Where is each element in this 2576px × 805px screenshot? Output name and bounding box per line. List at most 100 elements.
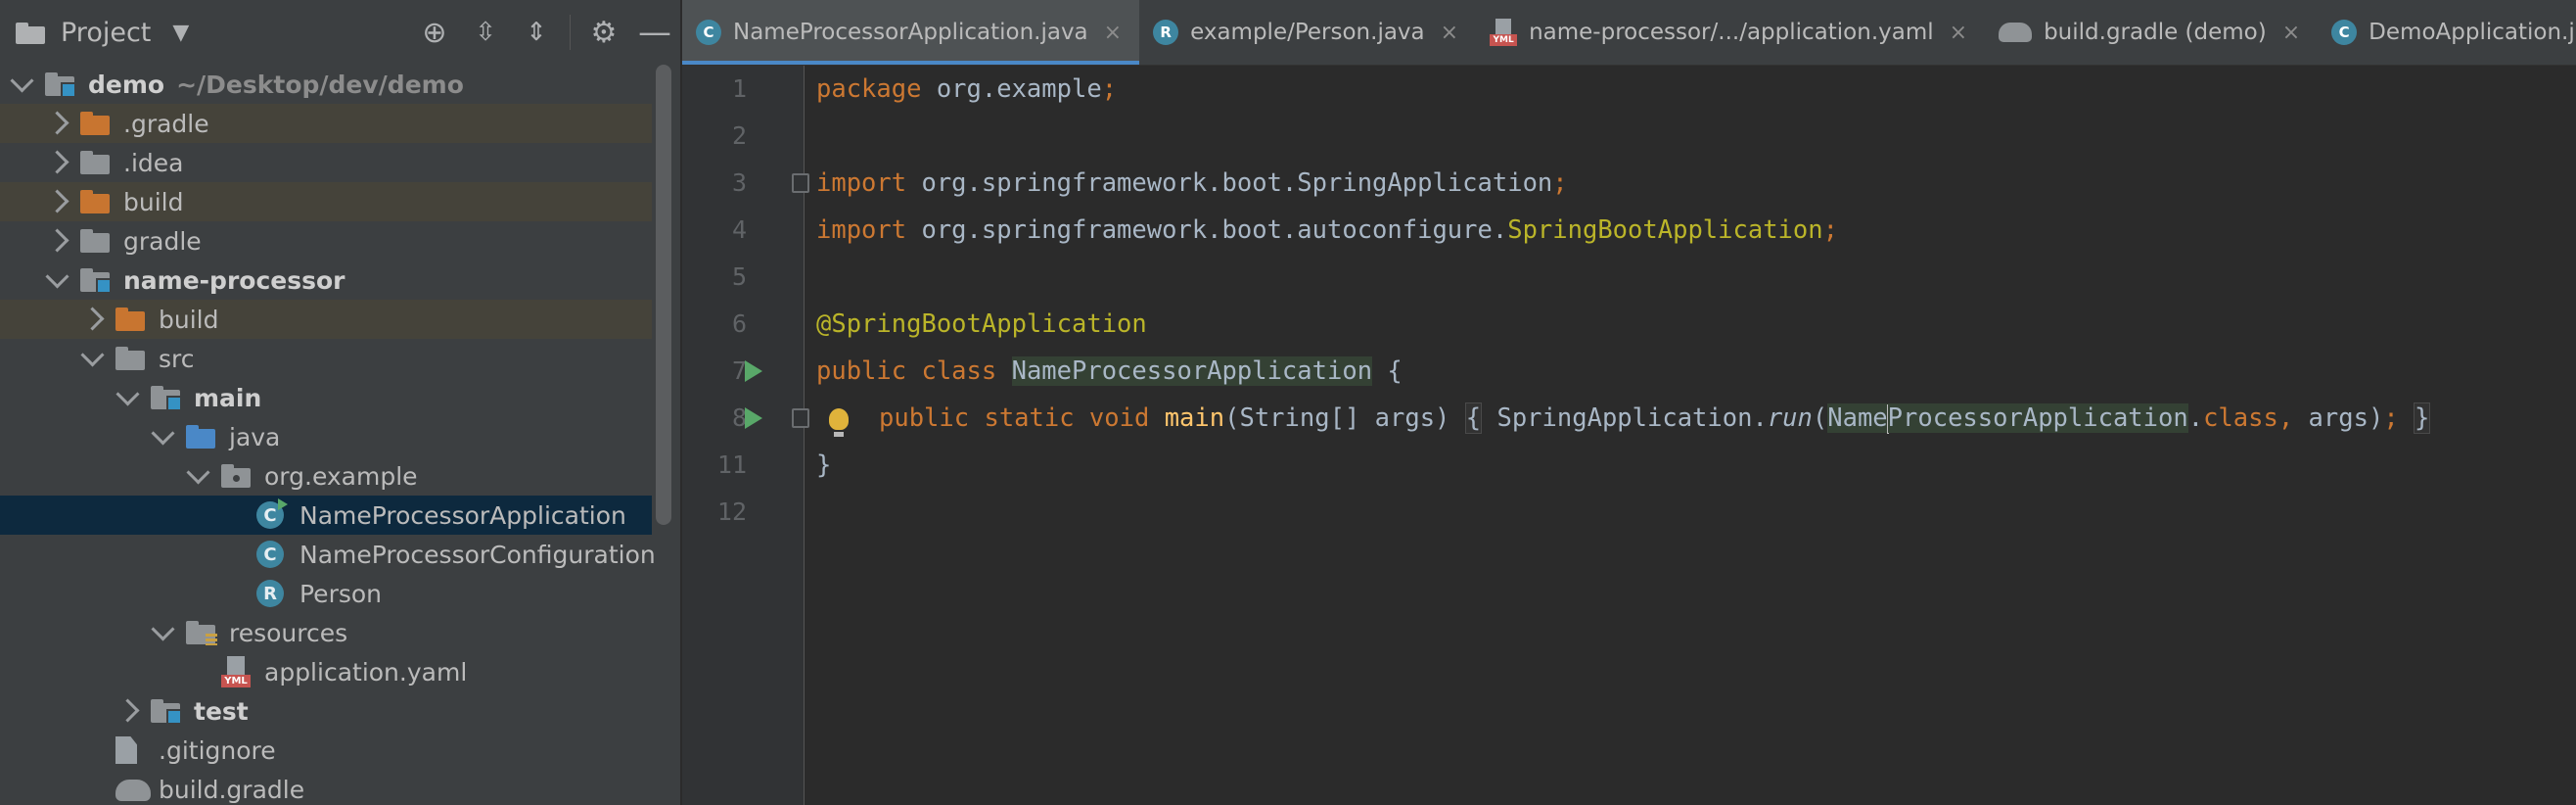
editor-tab-label: example/Person.java bbox=[1190, 20, 1425, 45]
tree-item[interactable]: src bbox=[0, 339, 652, 378]
tree-item[interactable]: gradle bbox=[0, 221, 652, 260]
module-folder-icon bbox=[151, 697, 182, 725]
chevron-right-icon[interactable] bbox=[115, 698, 140, 723]
tree-item[interactable]: .gitignore bbox=[0, 731, 652, 770]
tree-item-label: test bbox=[194, 696, 249, 726]
code-line-8[interactable]: public static void main(String[] args) {… bbox=[879, 395, 2431, 442]
chevron-down-icon[interactable] bbox=[10, 69, 34, 93]
tree-item[interactable]: build.gradle bbox=[0, 770, 652, 805]
chevron-down-icon[interactable] bbox=[80, 343, 105, 367]
chevron-down-icon[interactable] bbox=[151, 617, 175, 641]
line-number: 2 bbox=[731, 121, 747, 150]
code-line-1[interactable]: package org.example; bbox=[816, 66, 1117, 113]
chevron-right-icon[interactable] bbox=[80, 307, 105, 331]
chevron-down-icon[interactable] bbox=[45, 264, 69, 289]
line-number: 6 bbox=[731, 309, 747, 338]
close-icon[interactable]: × bbox=[1950, 21, 1967, 45]
module-folder-icon bbox=[45, 71, 76, 98]
tree-item[interactable]: build bbox=[0, 182, 652, 221]
tree-item-label: demo ~/Desktop/dev/demo bbox=[88, 70, 464, 99]
line-number: 11 bbox=[716, 450, 747, 479]
editor-tab[interactable]: CDemoApplication.java× bbox=[2318, 0, 2576, 65]
tree-item[interactable]: name-processor bbox=[0, 260, 652, 300]
line-number: 3 bbox=[731, 168, 747, 197]
project-folder-icon bbox=[16, 21, 45, 44]
close-icon[interactable]: × bbox=[1441, 21, 1458, 45]
excluded-folder-icon bbox=[80, 110, 110, 137]
minimize-icon[interactable]: — bbox=[635, 13, 674, 52]
code-line-11[interactable]: } bbox=[816, 442, 831, 489]
tree-item[interactable]: .idea bbox=[0, 143, 652, 182]
tree-item[interactable]: main bbox=[0, 378, 652, 417]
chevron-right-icon[interactable] bbox=[45, 228, 69, 253]
fold-icon[interactable] bbox=[792, 173, 809, 193]
chevron-down-icon[interactable] bbox=[115, 382, 140, 406]
chevron-down-icon[interactable] bbox=[151, 421, 175, 446]
tree-item-label: .gitignore bbox=[159, 735, 276, 765]
run-main-icon[interactable] bbox=[745, 407, 762, 429]
folder-icon bbox=[115, 345, 145, 372]
tree-item[interactable]: C NameProcessorConfiguration bbox=[0, 535, 656, 574]
tree-item-label: application.yaml bbox=[264, 657, 468, 687]
code-line-4[interactable]: import org.springframework.boot.autoconf… bbox=[816, 207, 1838, 254]
project-tree: demo ~/Desktop/dev/demo .gradle .idea build g… bbox=[0, 65, 656, 805]
tree-item-label: src bbox=[159, 344, 195, 373]
editor-tab-label: name-processor/.../application.yaml bbox=[1529, 20, 1934, 45]
tree-item[interactable]: .gradle bbox=[0, 104, 652, 143]
tree-item[interactable]: test bbox=[0, 691, 652, 731]
line-number: 5 bbox=[731, 262, 747, 291]
chevron-down-icon[interactable] bbox=[186, 460, 210, 485]
close-icon[interactable]: × bbox=[1104, 21, 1122, 45]
file-icon bbox=[115, 736, 137, 764]
tree-item[interactable]: build bbox=[0, 300, 652, 339]
editor-tab[interactable]: YML name-processor/.../application.yaml × bbox=[1476, 0, 1985, 65]
locate-icon[interactable]: ⊕ bbox=[415, 13, 454, 52]
editor-tab-label: NameProcessorApplication.java bbox=[733, 20, 1088, 45]
record-icon: R bbox=[256, 580, 284, 607]
project-view-selector[interactable]: Project ▼ bbox=[16, 18, 189, 48]
project-title: Project bbox=[61, 17, 152, 48]
resources-folder-icon bbox=[186, 619, 217, 646]
code-line-3[interactable]: import org.springframework.boot.SpringAp… bbox=[816, 160, 1568, 207]
tree-item-label: java bbox=[229, 422, 281, 451]
tree-item[interactable]: resources bbox=[0, 613, 652, 652]
tree-item-label: name-processor bbox=[123, 265, 345, 295]
code-editor[interactable]: 1 2 3 4 5 6 7 8 11 12 package org.example; import… bbox=[682, 66, 2576, 805]
tree-item[interactable]: demo ~/Desktop/dev/demo bbox=[0, 65, 652, 104]
code-line-6[interactable]: @SpringBootApplication bbox=[816, 301, 1147, 348]
editor-tab[interactable]: C NameProcessorApplication.java × bbox=[682, 0, 1140, 65]
excluded-folder-icon bbox=[115, 306, 145, 333]
tree-item[interactable]: R Person bbox=[0, 574, 652, 613]
lightbulb-icon[interactable] bbox=[829, 408, 849, 437]
editor-tab[interactable]: build.gradle (demo) × bbox=[1985, 0, 2318, 65]
fold-icon[interactable] bbox=[792, 408, 809, 428]
code-line-7[interactable]: public class NameProcessorApplication { bbox=[816, 348, 1403, 395]
yaml-file-icon: YML bbox=[221, 656, 251, 687]
project-tool-window: Project ▼ ⊕ ⇳ ⇕ ⚙ — demo ~/Desktop/dev/de… bbox=[0, 0, 681, 805]
tree-item-label: NameProcessorApplication bbox=[299, 500, 626, 530]
excluded-folder-icon bbox=[80, 188, 110, 215]
line-number: 8 bbox=[731, 403, 747, 432]
line-number: 12 bbox=[716, 497, 747, 526]
tree-item[interactable]: C NameProcessorApplication bbox=[0, 496, 652, 535]
editor-tab[interactable]: Rexample/Person.java × bbox=[1139, 0, 1476, 65]
close-icon[interactable]: × bbox=[2282, 21, 2300, 45]
chevron-right-icon[interactable] bbox=[45, 189, 69, 213]
tree-item-label: resources bbox=[229, 618, 348, 647]
tree-item-label: build.gradle bbox=[159, 775, 305, 804]
class-icon: C bbox=[256, 541, 284, 568]
chevron-right-icon[interactable] bbox=[45, 111, 69, 135]
tree-item[interactable]: org.example bbox=[0, 456, 652, 496]
gear-icon[interactable]: ⚙ bbox=[584, 13, 623, 52]
run-class-icon[interactable] bbox=[745, 360, 762, 382]
expand-all-icon[interactable]: ⇳ bbox=[466, 13, 505, 52]
project-toolbar: ⊕ ⇳ ⇕ ⚙ — bbox=[409, 0, 680, 65]
chevron-right-icon[interactable] bbox=[45, 150, 69, 174]
tree-item[interactable]: java bbox=[0, 417, 652, 456]
tree-item[interactable]: YML application.yaml bbox=[0, 652, 652, 691]
tree-item-label: build bbox=[123, 187, 184, 216]
collapse-all-icon[interactable]: ⇕ bbox=[517, 13, 556, 52]
line-number: 7 bbox=[731, 356, 747, 385]
tree-scrollbar-thumb[interactable] bbox=[656, 65, 671, 525]
triangle-down-icon[interactable]: ▼ bbox=[172, 21, 189, 45]
